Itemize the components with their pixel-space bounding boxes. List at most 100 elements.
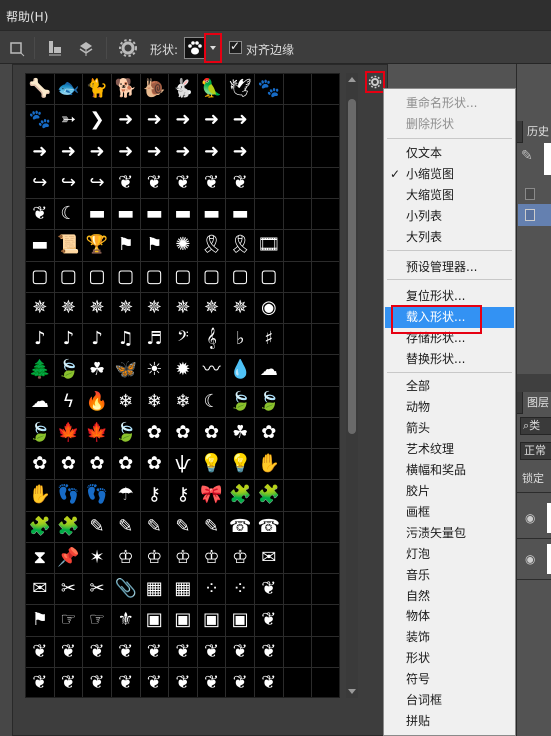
hand-icon[interactable]: ✋ [255, 449, 284, 481]
ornament-icon[interactable]: ❦ [111, 167, 141, 199]
flag-icon[interactable]: ⚑ [111, 230, 141, 262]
splatter-icon[interactable]: ✵ [226, 292, 255, 324]
shape-cell-empty[interactable] [283, 386, 313, 418]
paperclip-icon[interactable]: 📎 [111, 574, 141, 606]
lightbulb-icon[interactable]: 💡 [197, 449, 227, 481]
butterfly-icon[interactable]: 🦋 [111, 355, 141, 387]
menu-item[interactable]: 大缩览图 [385, 185, 514, 206]
ornament-icon[interactable]: ❦ [255, 605, 284, 637]
leaf-icon[interactable]: 🍃 [26, 417, 55, 449]
shape-cell-empty[interactable] [283, 511, 313, 543]
menu-item[interactable]: 音乐 [385, 565, 514, 586]
shape-cell-empty[interactable] [283, 636, 313, 668]
frame-icon[interactable]: ▢ [226, 261, 255, 293]
curved-arrow-icon[interactable]: ↪ [54, 167, 84, 199]
maple-leaf-icon[interactable]: 🍁 [54, 417, 84, 449]
shape-cell-empty[interactable] [283, 136, 313, 168]
blend-mode-select[interactable]: 正常 [520, 442, 551, 460]
seal-icon[interactable]: ✺ [169, 230, 198, 262]
menu-item[interactable]: 符号 [385, 669, 514, 690]
scroll-icon[interactable]: 📜 [54, 230, 84, 262]
footprint-icon[interactable]: 👣 [83, 480, 112, 512]
flower-icon[interactable]: ✿ [169, 417, 198, 449]
menu-item[interactable]: 仅文本 [385, 143, 514, 164]
flower-icon[interactable]: ✿ [255, 417, 284, 449]
ornament-icon[interactable]: ❦ [226, 167, 255, 199]
splatter-icon[interactable]: ✵ [54, 292, 84, 324]
cloud-icon[interactable]: ☁ [255, 355, 284, 387]
ornament-icon[interactable]: ❦ [26, 199, 55, 231]
arrow-right-icon[interactable]: ➜ [226, 136, 255, 168]
menu-item[interactable]: 形状 [385, 648, 514, 669]
shape-cell-empty[interactable] [283, 74, 313, 106]
flower-icon[interactable]: ✿ [83, 449, 112, 481]
key-icon[interactable]: ⚷ [169, 480, 198, 512]
history-snapshot-thumbnail[interactable] [544, 143, 551, 175]
path-arrangement-icon[interactable] [76, 38, 96, 58]
fish-icon[interactable]: 🐟 [54, 74, 84, 106]
layer-row[interactable]: ◉ [517, 540, 551, 580]
shape-cell-empty[interactable] [312, 605, 339, 637]
menu-item[interactable]: 动物 [385, 397, 514, 418]
menu-item[interactable]: 画框 [385, 502, 514, 523]
scroll-thumb[interactable] [348, 99, 356, 434]
stamp-icon[interactable]: ▦ [140, 574, 170, 606]
ornament-icon[interactable]: ❦ [140, 636, 170, 668]
frame-icon[interactable]: ▢ [140, 261, 170, 293]
ornament-icon[interactable]: ❦ [197, 167, 227, 199]
chevron-right-icon[interactable]: ❯ [83, 105, 112, 137]
crown-icon[interactable]: ♔ [226, 542, 255, 574]
clover-icon[interactable]: ☘ [83, 355, 112, 387]
menu-item[interactable]: 自然 [385, 586, 514, 607]
flower-icon[interactable]: ✿ [140, 449, 170, 481]
arrow-right-icon[interactable]: ➜ [140, 136, 170, 168]
sun-icon[interactable]: ☀ [140, 355, 170, 387]
cloud-icon[interactable]: ☁ [26, 386, 55, 418]
flower-icon[interactable]: ✿ [197, 417, 227, 449]
key-icon[interactable]: ⚷ [140, 480, 170, 512]
splatter-icon[interactable]: ✵ [111, 292, 141, 324]
texture-icon[interactable]: ⁘ [226, 574, 255, 606]
scroll-up-icon[interactable] [348, 77, 356, 82]
pencil-icon[interactable]: ✎ [111, 511, 141, 543]
dog-icon[interactable]: 🐕 [111, 74, 141, 106]
shape-picker-menu-button[interactable] [365, 71, 385, 93]
flower-icon[interactable]: ✿ [111, 449, 141, 481]
frame-icon[interactable]: ▢ [83, 261, 112, 293]
shape-cell-empty[interactable] [255, 136, 284, 168]
bone-icon[interactable]: 🦴 [26, 74, 55, 106]
banner-icon[interactable]: ▬ [111, 199, 141, 231]
lightbulb-icon[interactable]: 💡 [226, 449, 255, 481]
ornament-icon[interactable]: ❦ [255, 574, 284, 606]
sixteenth-note-icon[interactable]: ♬ [140, 324, 170, 356]
menu-item[interactable]: 小列表 [385, 206, 514, 227]
ornament-icon[interactable]: ❦ [111, 636, 141, 668]
crown-icon[interactable]: ♔ [197, 542, 227, 574]
cat-icon[interactable]: 🐈 [83, 74, 112, 106]
history-state-row-selected[interactable] [518, 204, 551, 226]
pencil-icon[interactable]: ✎ [140, 511, 170, 543]
telephone-icon[interactable]: ☎ [255, 511, 284, 543]
star-icon[interactable]: ✶ [83, 542, 112, 574]
crown-icon[interactable]: ♔ [169, 542, 198, 574]
shape-cell-empty[interactable] [312, 574, 339, 606]
ornament-icon[interactable]: ❦ [169, 667, 198, 697]
menu-item[interactable]: 物体 [385, 606, 514, 627]
sharp-icon[interactable]: ♯ [255, 324, 284, 356]
frame-icon[interactable]: ▢ [255, 261, 284, 293]
grass-icon[interactable]: ѱ [169, 449, 198, 481]
ornament-icon[interactable]: ❦ [83, 667, 112, 697]
menu-item[interactable]: 预设管理器... [385, 257, 514, 278]
splatter-icon[interactable]: ✵ [26, 292, 55, 324]
shape-cell-empty[interactable] [312, 230, 339, 262]
arrow-right-icon[interactable]: ➜ [169, 105, 198, 137]
arrow-icon[interactable]: ➳ [54, 105, 84, 137]
puzzle-icon[interactable]: 🧩 [226, 480, 255, 512]
parrot-icon[interactable]: 🦜 [197, 74, 227, 106]
shape-preview[interactable] [184, 37, 206, 59]
treble-clef-icon[interactable]: 𝄞 [197, 324, 227, 356]
ornament-icon[interactable]: ❦ [141, 667, 170, 697]
ornament-icon[interactable]: ❦ [169, 636, 198, 668]
scissors-icon[interactable]: ✂ [54, 574, 84, 606]
menu-item[interactable]: 全部 [385, 376, 514, 397]
